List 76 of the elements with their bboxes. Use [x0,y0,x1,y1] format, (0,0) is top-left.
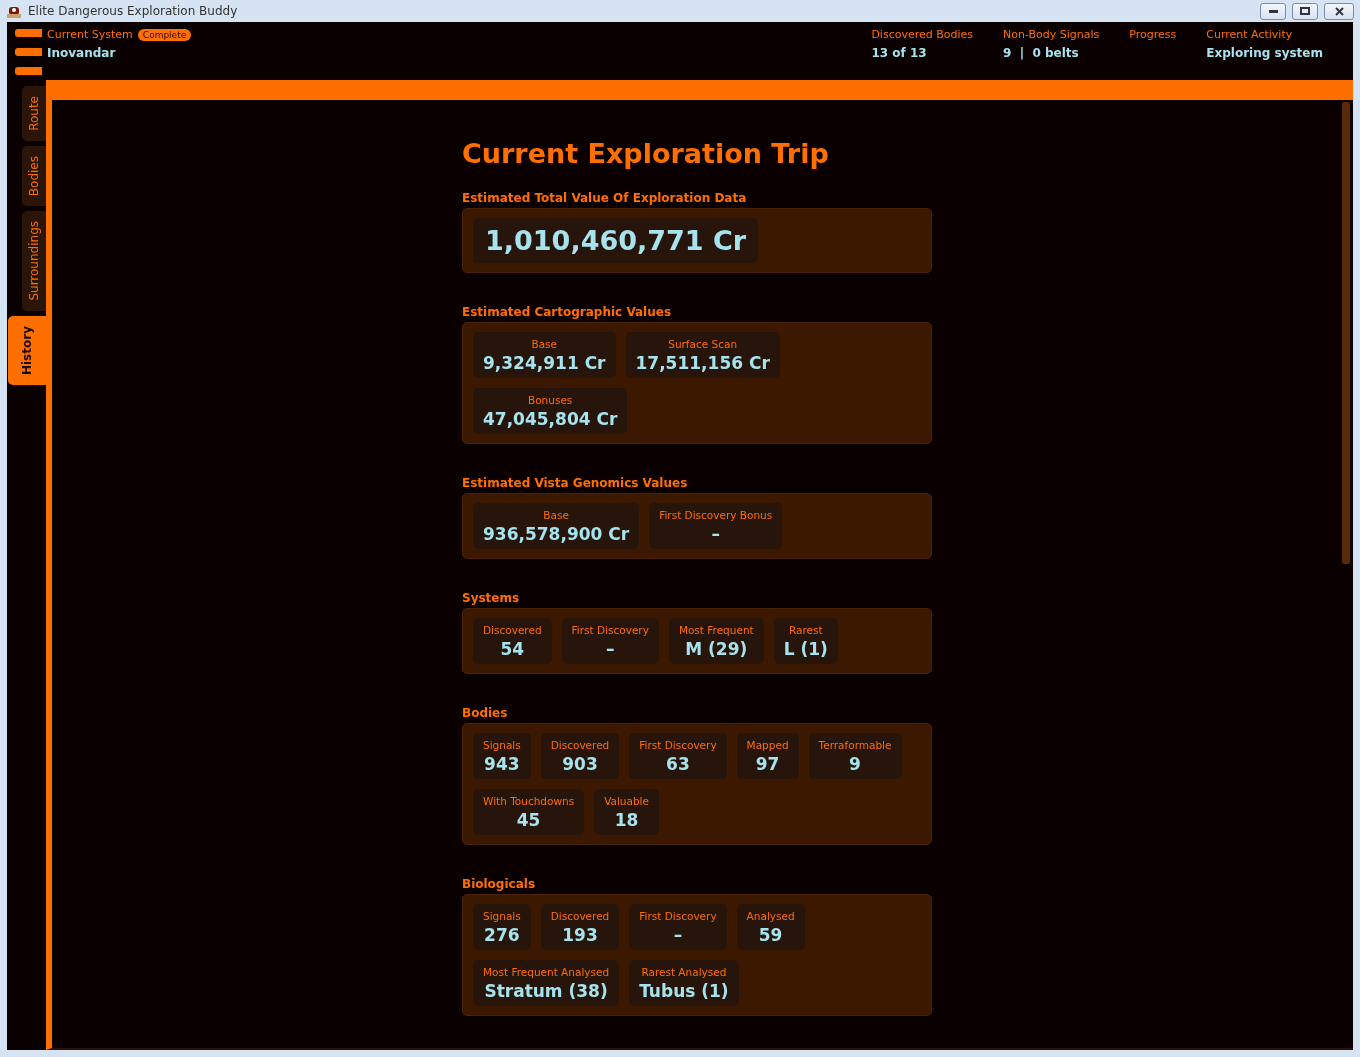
header-stat-value: Exploring system [1206,46,1323,61]
stat-value: – [605,639,615,659]
stat-value: M (29) [685,639,748,659]
stat-label: First Discovery [639,910,717,922]
side-tab[interactable]: History [8,315,46,385]
scrollbar-thumb[interactable] [1342,102,1350,564]
stat-label: Rarest Analysed [641,966,727,978]
section-title: Estimated Cartographic Values [462,305,673,319]
status-badge: Complete [137,28,192,41]
page-title: Current Exploration Trip [462,138,830,169]
stat-value: 936,578,900 Cr [483,524,630,544]
header-stat-label: Current Activity [1206,28,1294,41]
stat-label: First Discovery Bonus [659,509,773,521]
stat-label: Surface Scan [668,338,738,350]
stat-label: Discovered [550,739,610,751]
stat-value: – [711,524,720,544]
current-system-name: Inovandar [47,46,117,61]
stat-label: Valuable [604,795,649,807]
app-icon [6,4,22,18]
header-stat-label: Non-Body Signals [1003,28,1100,41]
stat-label: Analysed [746,910,795,922]
stat-label: With Touchdowns [483,795,575,807]
stat-value: 903 [562,754,598,774]
current-system-label: Current System [47,28,133,41]
stat-label: Signals [483,910,521,922]
stat-value: 97 [755,754,780,774]
stat-value: 47,045,804 Cr [483,409,618,429]
stat-value: – [673,925,683,945]
stat-value: 63 [666,754,690,774]
minimize-icon [1268,9,1278,13]
stat-value: 943 [484,754,520,774]
stat-value: Tubus (1) [639,981,729,1001]
stat-value: Stratum (38) [484,981,608,1001]
header-stat-value: 13 of 13 [871,46,928,61]
section-title: Biologicals [462,877,537,891]
side-tab[interactable]: Route [22,86,46,141]
section-title: Estimated Vista Genomics Values [462,476,689,490]
stat-label: Most Frequent Analysed [483,966,610,978]
stat-label: Base [531,338,558,350]
stat-label: Terraformable [818,739,892,751]
stat-value: L (1) [783,639,828,659]
stat-value: 45 [516,810,541,830]
stat-label: First Discovery [639,739,717,751]
stat-label: Discovered [483,624,542,636]
stat-label: First Discovery [571,624,649,636]
side-tab[interactable]: Surroundings [22,211,46,311]
section-title: Estimated Total Value Of Exploration Data [462,191,748,205]
stat-value: 276 [484,925,520,945]
maximize-button[interactable] [1292,2,1318,20]
restore-icon [1300,7,1310,15]
menu-icon[interactable] [15,28,42,75]
section-title: Systems [462,591,521,605]
stat-label: Discovered [550,910,610,922]
stat-label: Rarest [788,624,823,636]
minimize-button[interactable] [1260,2,1286,20]
stat-label: Base [543,509,569,521]
stat-label: Signals [483,739,521,751]
close-button[interactable] [1324,2,1354,20]
close-icon [1334,6,1344,16]
stat-label: Bonuses [528,394,573,406]
stat-value: 54 [500,639,525,659]
stat-value: 9 [849,754,861,774]
stat-label: Most Frequent [678,624,754,636]
header-stat-label: Progress [1129,28,1177,41]
total-value: 1,010,460,771 Cr [485,225,747,256]
stat-value: 18 [614,810,639,830]
header-stat-label: Discovered Bodies [871,28,974,41]
stat-value: 193 [562,925,598,945]
window-title: Elite Dangerous Exploration Buddy [28,4,239,18]
section-title: Bodies [462,706,509,720]
stat-value: 59 [758,925,783,945]
stat-label: Mapped [746,739,789,751]
stat-value: 9,324,911 Cr [483,353,606,373]
header-stat-value: 9 | 0 belts [1003,46,1080,61]
side-tab[interactable]: Bodies [22,145,46,206]
stat-value: 17,511,156 Cr [635,353,770,373]
